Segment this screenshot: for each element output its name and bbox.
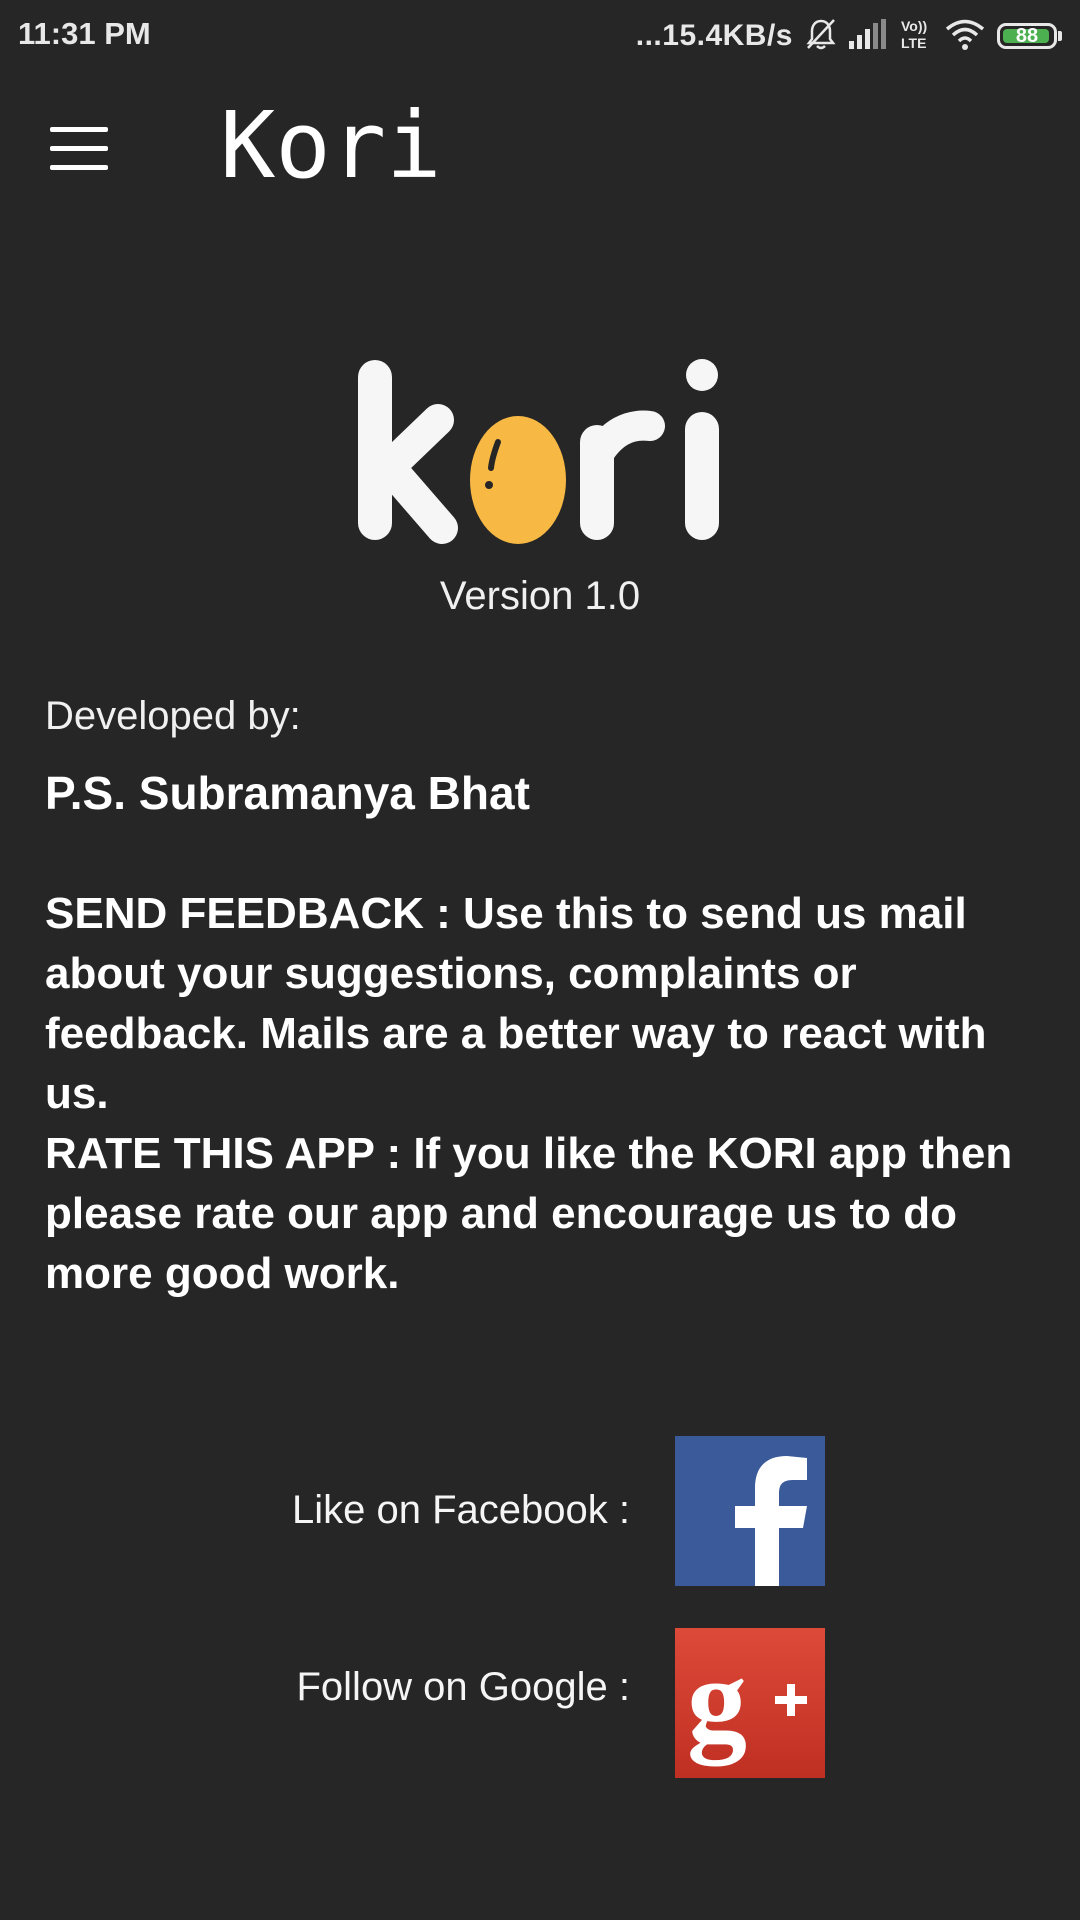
- facebook-label: Like on Facebook :: [292, 1488, 630, 1532]
- developed-by-label: Developed by:: [45, 694, 301, 738]
- facebook-icon: [735, 1456, 807, 1586]
- google-plus-button[interactable]: g: [675, 1628, 825, 1778]
- volte-icon: Vo)) LTE: [899, 17, 933, 56]
- developer-name: P.S. Subramanya Bhat: [45, 767, 530, 819]
- app-version: Version 1.0: [439, 574, 641, 618]
- google-plus-icon: g: [687, 1633, 807, 1767]
- svg-text:LTE: LTE: [901, 35, 926, 51]
- svg-text:Vo)): Vo)): [901, 18, 927, 34]
- network-speed: ...15.4KB/s: [635, 19, 793, 52]
- status-bar: 11:31 PM ...15.4KB/s Vo)) LTE 88: [0, 0, 1080, 72]
- status-icons: ...15.4KB/s Vo)) LTE 88: [636, 14, 1062, 58]
- battery-level: 88: [1015, 24, 1039, 47]
- svg-text:g: g: [687, 1633, 747, 1767]
- wifi-icon: [945, 18, 985, 55]
- app-bar: Kori: [0, 72, 1080, 242]
- facebook-button[interactable]: [675, 1436, 825, 1586]
- app-title: Kori: [220, 92, 442, 199]
- signal-icon: [849, 18, 887, 54]
- kori-logo: [350, 350, 730, 550]
- send-feedback-info: SEND FEEDBACK : Use this to send us mail…: [45, 889, 987, 1118]
- menu-icon[interactable]: [50, 127, 108, 171]
- google-label: Follow on Google :: [296, 1665, 630, 1709]
- status-time: 11:31 PM: [18, 16, 151, 51]
- rate-app-info: RATE THIS APP : If you like the KORI app…: [45, 1129, 1013, 1298]
- bell-off-icon: [805, 17, 837, 56]
- battery-icon: 88: [997, 23, 1062, 49]
